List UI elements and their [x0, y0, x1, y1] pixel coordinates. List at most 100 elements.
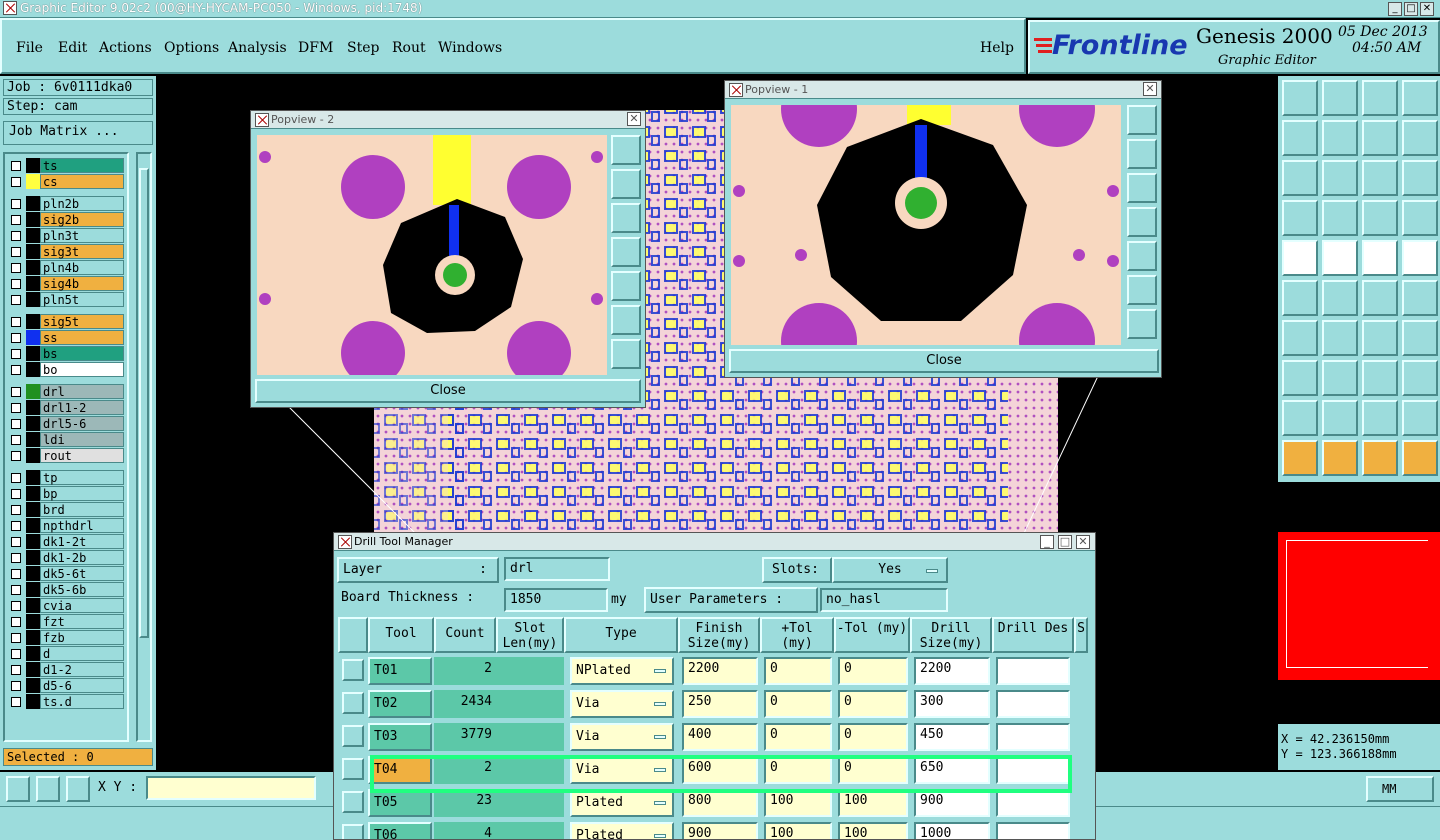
- layer-name[interactable]: brd: [40, 502, 124, 517]
- xy-input[interactable]: [146, 776, 316, 800]
- redo-icon[interactable]: [1402, 120, 1438, 156]
- layer-checkbox[interactable]: [11, 521, 21, 531]
- close-button[interactable]: ✕: [1420, 2, 1434, 16]
- layer-name[interactable]: fzb: [40, 630, 124, 645]
- layer-name[interactable]: bs: [40, 346, 124, 361]
- plus-tol-field[interactable]: 100: [764, 789, 832, 817]
- menu-analysis[interactable]: Analysis: [228, 40, 287, 56]
- select-window-icon[interactable]: [1322, 440, 1358, 476]
- layer-row-drl5-6[interactable]: drl5-6: [8, 416, 124, 431]
- drill-size-field[interactable]: 450: [914, 723, 990, 751]
- export-icon[interactable]: [1322, 120, 1358, 156]
- layer-checkbox[interactable]: [11, 569, 21, 579]
- layer-name[interactable]: sig3t: [40, 244, 124, 259]
- type-select[interactable]: Plated: [570, 822, 674, 839]
- popview-pan-right-icon[interactable]: [1127, 241, 1157, 271]
- layer-checkbox[interactable]: [11, 263, 21, 273]
- layer-color-swatch[interactable]: [26, 598, 40, 613]
- layer-name[interactable]: tp: [40, 470, 124, 485]
- layer-color-swatch[interactable]: [26, 646, 40, 661]
- layer-checkbox[interactable]: [11, 387, 21, 397]
- layer-row-pln3t[interactable]: pln3t: [8, 228, 124, 243]
- menu-options[interactable]: Options: [164, 40, 219, 56]
- layer-checkbox[interactable]: [11, 681, 21, 691]
- layer-row-fzb[interactable]: fzb: [8, 630, 124, 645]
- layer-checkbox[interactable]: [11, 473, 21, 483]
- layer-color-swatch[interactable]: [26, 582, 40, 597]
- triangle-icon[interactable]: [1282, 400, 1318, 436]
- diagonal-icon[interactable]: [1322, 320, 1358, 356]
- expand-icon[interactable]: [342, 659, 364, 681]
- layer-name[interactable]: sig2b: [40, 212, 124, 227]
- rout-icon[interactable]: [1402, 320, 1438, 356]
- scale-icon[interactable]: [1362, 160, 1398, 196]
- layer-row-sig3t[interactable]: sig3t: [8, 244, 124, 259]
- type-select[interactable]: NPlated: [570, 657, 674, 685]
- plus-tol-field[interactable]: 0: [764, 690, 832, 718]
- drill-size-field[interactable]: 2200: [914, 657, 990, 685]
- layer-row-fzt[interactable]: fzt: [8, 614, 124, 629]
- layer-checkbox[interactable]: [11, 349, 21, 359]
- ruler-icon[interactable]: [1362, 240, 1398, 276]
- layer-color-swatch[interactable]: [26, 260, 40, 275]
- units-select[interactable]: MM: [1366, 776, 1434, 802]
- layer-name[interactable]: dk1-2b: [40, 550, 124, 565]
- home-icon[interactable]: [1362, 80, 1398, 116]
- finish-size-field[interactable]: 250: [682, 690, 758, 718]
- layer-checkbox[interactable]: [11, 537, 21, 547]
- layer-row-bp[interactable]: bp: [8, 486, 124, 501]
- expand-icon[interactable]: [342, 758, 364, 780]
- layer-row-npthdrl[interactable]: npthdrl: [8, 518, 124, 533]
- layer-color-swatch[interactable]: [26, 416, 40, 431]
- layer-list[interactable]: ts cs pln2b sig2b pln3t sig3t pln4b sig4b pln5t s…: [3, 152, 129, 742]
- layer-row-sig5t[interactable]: sig5t: [8, 314, 124, 329]
- cross-icon[interactable]: [1322, 280, 1358, 316]
- header-finish[interactable]: Finish Size(my): [678, 617, 760, 653]
- slots-select[interactable]: Yes: [832, 557, 948, 583]
- layer-color-swatch[interactable]: [26, 196, 40, 211]
- header-ntol[interactable]: -Tol (my): [834, 617, 910, 653]
- drill-des-field[interactable]: [996, 657, 1070, 685]
- save-icon[interactable]: [1322, 80, 1358, 116]
- layer-checkbox[interactable]: [11, 585, 21, 595]
- layer-color-swatch[interactable]: [26, 630, 40, 645]
- layer-color-icon[interactable]: [1362, 200, 1398, 236]
- drill-des-field[interactable]: [996, 690, 1070, 718]
- layer-checkbox[interactable]: [11, 279, 21, 289]
- grid-icon[interactable]: [66, 776, 90, 802]
- popview-pan-down-icon[interactable]: [611, 203, 641, 233]
- via-icon[interactable]: [1282, 360, 1318, 396]
- layer-color-swatch[interactable]: [26, 502, 40, 517]
- net-icon[interactable]: [1282, 280, 1318, 316]
- layer-color-swatch[interactable]: [26, 330, 40, 345]
- layer-row-sig4b[interactable]: sig4b: [8, 276, 124, 291]
- maximize-button[interactable]: □: [1404, 2, 1418, 16]
- layer-color-swatch[interactable]: [26, 362, 40, 377]
- layer-checkbox[interactable]: [11, 419, 21, 429]
- layer-checkbox[interactable]: [11, 231, 21, 241]
- layer-name[interactable]: dk5-6t: [40, 566, 124, 581]
- layer-checkbox[interactable]: [11, 199, 21, 209]
- snap-icon[interactable]: [1362, 440, 1398, 476]
- layer-name[interactable]: bo: [40, 362, 124, 377]
- layer-checkbox[interactable]: [11, 333, 21, 343]
- layer-row-bs[interactable]: bs: [8, 346, 124, 361]
- layer-row-dk1-2b[interactable]: dk1-2b: [8, 550, 124, 565]
- layer-name[interactable]: rout: [40, 448, 124, 463]
- drill-des-field[interactable]: [996, 723, 1070, 751]
- menu-edit[interactable]: Edit: [58, 40, 87, 56]
- layer-color-swatch[interactable]: [26, 550, 40, 565]
- trapezoid-icon[interactable]: [1362, 400, 1398, 436]
- finish-size-field[interactable]: 2200: [682, 657, 758, 685]
- layer-checkbox[interactable]: [11, 215, 21, 225]
- layer-color-swatch[interactable]: [26, 346, 40, 361]
- layer-row-d5-6[interactable]: d5-6: [8, 678, 124, 693]
- layer-row-drl[interactable]: drl: [8, 384, 124, 399]
- layer-color-swatch[interactable]: [26, 534, 40, 549]
- dtm-minimize-button[interactable]: _: [1040, 535, 1054, 549]
- layer-row-ldi[interactable]: ldi: [8, 432, 124, 447]
- tool-name[interactable]: T02: [368, 690, 432, 718]
- header-ptol[interactable]: +Tol (my): [760, 617, 834, 653]
- header-count[interactable]: Count: [434, 617, 496, 653]
- layer-color-swatch[interactable]: [26, 276, 40, 291]
